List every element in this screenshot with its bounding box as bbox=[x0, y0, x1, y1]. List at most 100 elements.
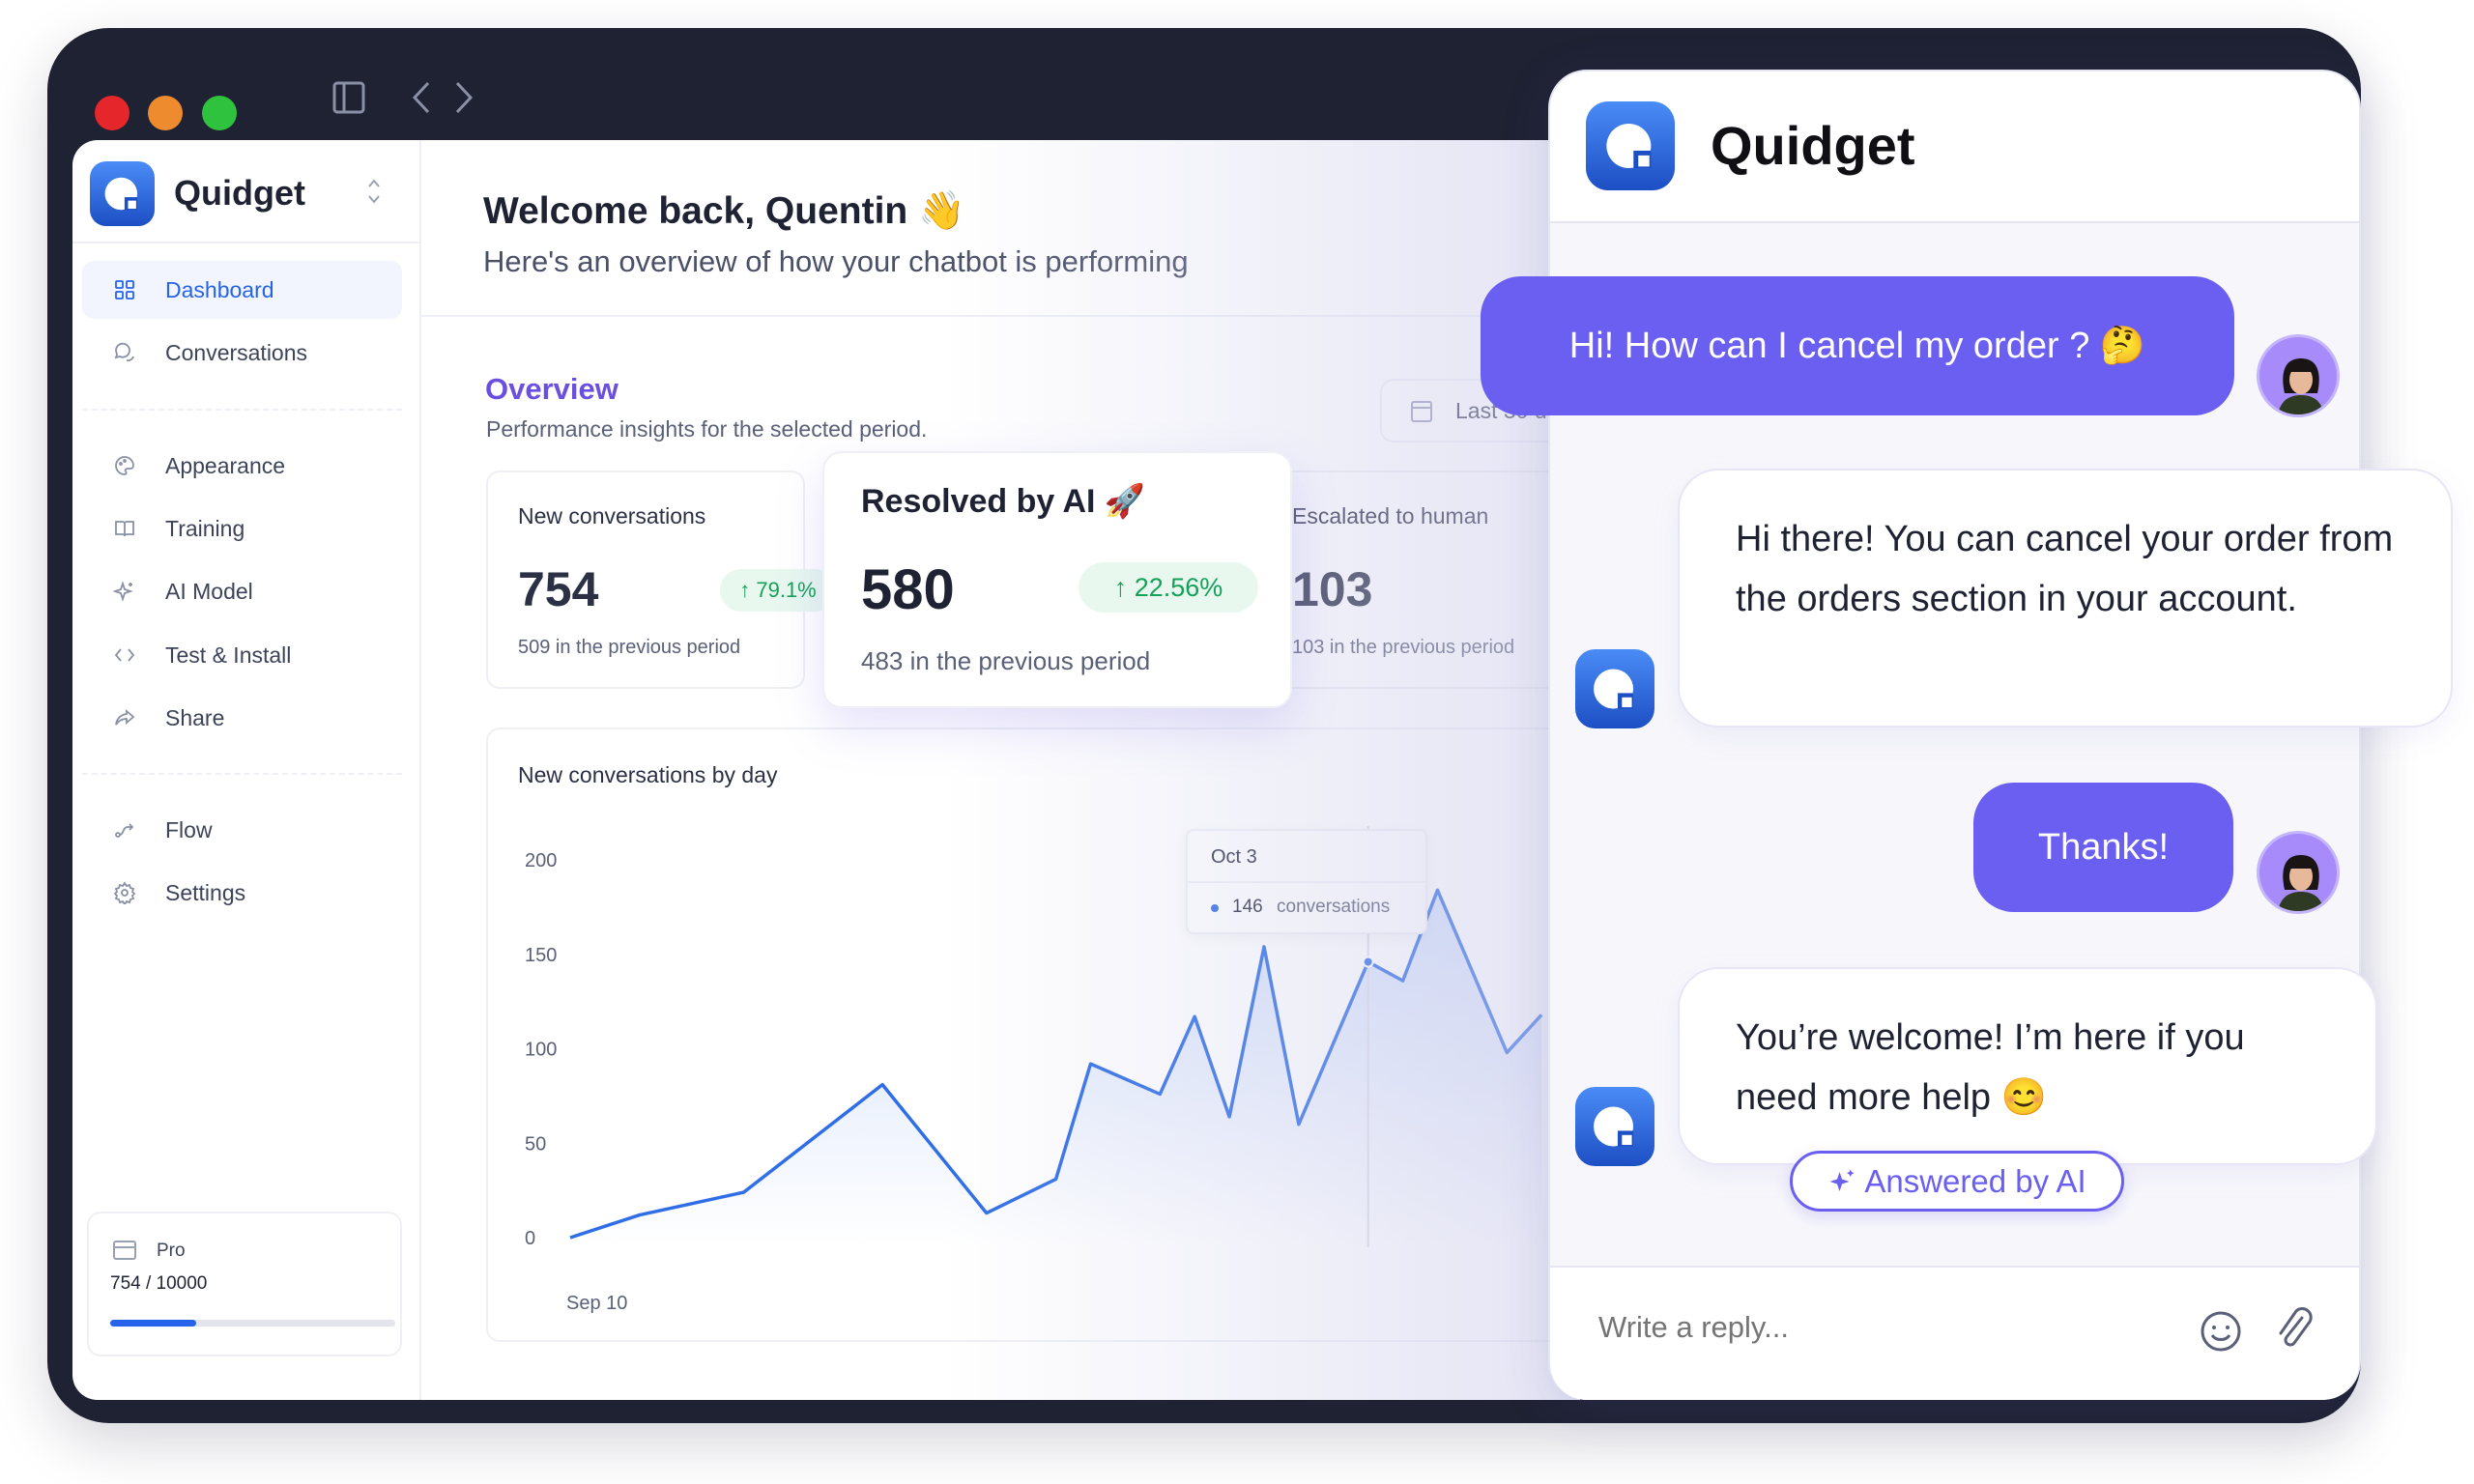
usage-progress-bar bbox=[110, 1320, 395, 1327]
flow-icon bbox=[115, 823, 134, 838]
stat-card-escalated: Escalated to human 103 103 in the previo… bbox=[1275, 471, 1580, 689]
user-photo bbox=[2277, 358, 2325, 414]
stat-label: Escalated to human bbox=[1292, 503, 1489, 528]
maximize-window-button[interactable] bbox=[202, 96, 237, 130]
grid-icon bbox=[115, 280, 134, 300]
sidebar-item-training[interactable]: Training bbox=[82, 499, 402, 557]
user-message: Hi! How can I cancel my order ? 🤔 bbox=[1481, 276, 2234, 415]
stat-card-resolved-by-ai: Resolved by AI 🚀 580 ↑ 22.56% 483 in the… bbox=[822, 451, 1292, 708]
sidebar-divider bbox=[82, 409, 402, 411]
usage-progress-fill bbox=[110, 1320, 196, 1327]
y-tick-label: 0 bbox=[525, 1228, 535, 1249]
sidebar-item-label: Flow bbox=[165, 816, 213, 842]
plan-card[interactable]: Pro 754 / 10000 bbox=[87, 1212, 402, 1356]
overview-subtitle: Performance insights for the selected pe… bbox=[486, 416, 928, 442]
plan-usage: 754 / 10000 bbox=[110, 1273, 208, 1294]
minimize-window-button[interactable] bbox=[148, 96, 183, 130]
tooltip-unit: conversations bbox=[1277, 897, 1391, 917]
chevron-left-icon[interactable] bbox=[407, 80, 436, 115]
stat-value: 580 bbox=[861, 558, 955, 621]
y-tick-label: 50 bbox=[525, 1133, 546, 1155]
chat-widget: Quidget Hi! How can I cancel my order ? … bbox=[1481, 70, 2453, 1400]
palette-icon bbox=[115, 456, 134, 475]
stat-change-badge: ↑ 22.56% bbox=[1079, 562, 1258, 613]
user-photo bbox=[2277, 855, 2325, 911]
chat-composer bbox=[1550, 1266, 2359, 1400]
calendar-icon bbox=[1411, 401, 1432, 422]
chevron-up-down-icon bbox=[368, 179, 380, 204]
bot-message: Hi there! You can cancel your order from… bbox=[1678, 469, 2453, 728]
sidebar-item-label: Conversations bbox=[165, 339, 308, 365]
sidebar-item-dashboard[interactable]: Dashboard bbox=[82, 261, 402, 319]
sidebar-item-settings[interactable]: Settings bbox=[82, 864, 402, 922]
chevron-right-icon[interactable] bbox=[449, 80, 478, 115]
sidebar-toggle-icon[interactable] bbox=[331, 80, 366, 115]
brand-name: Quidget bbox=[174, 173, 305, 213]
stat-previous: 509 in the previous period bbox=[518, 637, 741, 658]
chat-icon bbox=[114, 342, 134, 362]
chart-card: New conversations by day 0 50 100 150 200 Sep… bbox=[486, 728, 1580, 1342]
chat-header: Quidget bbox=[1550, 71, 2359, 223]
tooltip-value: 146 bbox=[1232, 897, 1263, 917]
ai-badge-label: Answered by AI bbox=[1864, 1162, 2086, 1199]
brand-switcher[interactable]: Quidget bbox=[72, 140, 419, 243]
stat-value: 103 bbox=[1292, 562, 1373, 616]
bot-avatar bbox=[1575, 1087, 1654, 1166]
x-tick-label: Sep 10 bbox=[566, 1293, 627, 1314]
page-title: Welcome back, Quentin 👋 bbox=[483, 190, 965, 232]
sidebar-item-label: Share bbox=[165, 704, 225, 730]
sidebar-item-label: AI Model bbox=[165, 578, 253, 604]
chart-tooltip: Oct 3 146 conversations bbox=[1186, 829, 1427, 934]
sidebar-item-label: Appearance bbox=[165, 452, 286, 478]
sidebar-item-label: Settings bbox=[165, 879, 246, 905]
sidebar: Quidget Dashboard Conversations Appearan… bbox=[72, 140, 421, 1400]
quidget-logo bbox=[90, 161, 155, 226]
reply-input[interactable] bbox=[1598, 1297, 2178, 1358]
user-avatar bbox=[2257, 831, 2340, 914]
sidebar-item-label: Dashboard bbox=[165, 276, 274, 302]
close-window-button[interactable] bbox=[95, 96, 129, 130]
overview-title: Overview bbox=[485, 372, 618, 406]
data-point[interactable] bbox=[1362, 956, 1374, 968]
plan-name: Pro bbox=[157, 1241, 186, 1261]
sidebar-item-label: Test & Install bbox=[165, 642, 292, 668]
credit-card-icon bbox=[113, 1241, 136, 1260]
bot-avatar bbox=[1575, 649, 1654, 728]
stat-label: Resolved by AI 🚀 bbox=[861, 483, 1146, 520]
y-tick-label: 150 bbox=[525, 945, 557, 966]
stat-card-new-conversations: New conversations 754 ↑ 79.1% 509 in the… bbox=[486, 471, 836, 689]
chat-title: Quidget bbox=[1711, 115, 1915, 176]
sparkle-icon bbox=[113, 581, 133, 602]
sidebar-item-flow[interactable]: Flow bbox=[82, 801, 402, 859]
emoji-icon[interactable] bbox=[2200, 1310, 2242, 1353]
tooltip-date: Oct 3 bbox=[1211, 846, 1257, 868]
bot-message: You’re welcome! I’m here if you need mor… bbox=[1678, 967, 2377, 1165]
area-fill bbox=[570, 890, 1542, 1247]
attachment-icon[interactable] bbox=[2273, 1306, 2316, 1355]
page-subtitle: Here's an overview of how your chatbot i… bbox=[483, 244, 1189, 278]
answered-by-ai-badge: Answered by AI bbox=[1790, 1151, 2124, 1212]
y-tick-label: 100 bbox=[525, 1040, 557, 1061]
quidget-logo bbox=[1586, 101, 1675, 190]
sidebar-item-conversations[interactable]: Conversations bbox=[82, 324, 402, 382]
sidebar-item-share[interactable]: Share bbox=[82, 689, 402, 747]
main-content: Welcome back, Quentin 👋 Here's an overvi… bbox=[421, 140, 1580, 1400]
book-icon bbox=[115, 521, 134, 537]
user-avatar bbox=[2257, 334, 2340, 417]
tooltip-series-dot bbox=[1211, 904, 1219, 912]
sidebar-item-appearance[interactable]: Appearance bbox=[82, 437, 402, 495]
share-icon bbox=[115, 709, 135, 726]
sidebar-divider bbox=[82, 773, 402, 775]
stat-change-badge: ↑ 79.1% bbox=[720, 569, 836, 612]
gear-icon bbox=[113, 881, 136, 904]
line-chart: 0 50 100 150 200 Sep 10 bbox=[525, 826, 1543, 1314]
code-icon bbox=[114, 648, 135, 662]
dashboard-app: Quidget Dashboard Conversations Appearan… bbox=[72, 140, 1580, 1400]
sidebar-item-ai-model[interactable]: AI Model bbox=[82, 562, 402, 620]
stat-value: 754 bbox=[518, 562, 599, 616]
stat-label: New conversations bbox=[518, 503, 706, 528]
sidebar-item-test-install[interactable]: Test & Install bbox=[82, 626, 402, 684]
user-message: Thanks! bbox=[1973, 783, 2233, 912]
sparkle-icon bbox=[1829, 1169, 1855, 1191]
header-divider bbox=[421, 315, 1580, 317]
